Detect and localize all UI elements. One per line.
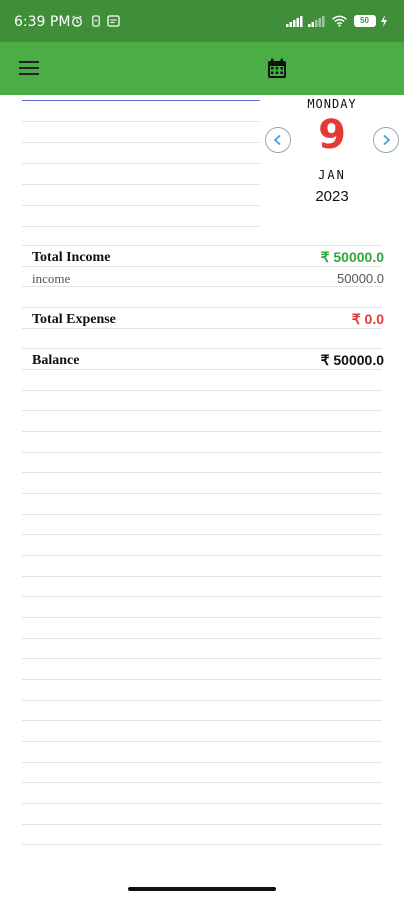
chevron-right-icon: [383, 134, 391, 146]
total-expense-label: Total Expense: [32, 312, 116, 327]
home-indicator[interactable]: [128, 887, 276, 891]
app-bar: [0, 42, 404, 95]
chevron-left-icon: [273, 134, 281, 146]
income-item-label[interactable]: income: [32, 271, 70, 287]
date-display: MONDAY 9 JAN 2023: [262, 95, 404, 215]
hamburger-menu-icon[interactable]: [19, 61, 39, 77]
next-day-button[interactable]: [373, 127, 399, 153]
balance-label: Balance: [32, 353, 80, 368]
month-label: JAN: [318, 168, 346, 182]
total-income-label: Total Income: [32, 250, 111, 265]
battery-icon: 50: [354, 15, 376, 27]
previous-day-button[interactable]: [265, 127, 291, 153]
message-icon: [107, 15, 120, 27]
status-bar: 6:39 PM 50: [0, 0, 404, 42]
notification-icon: [92, 15, 100, 27]
wifi-icon: [332, 15, 347, 27]
total-income-value: ₹ 50000.0: [320, 249, 384, 265]
income-item-value[interactable]: 50000.0: [337, 271, 384, 286]
year-label: 2023: [315, 188, 349, 205]
battery-level: 50: [360, 16, 369, 25]
balance-value: ₹ 50000.0: [320, 352, 384, 368]
signal-icon: [286, 16, 303, 27]
alarm-icon: [72, 15, 82, 27]
total-expense-value: ₹ 0.0: [351, 311, 384, 327]
signal-2-icon: [308, 16, 325, 27]
charging-icon: [381, 15, 387, 27]
calendar-icon[interactable]: [267, 58, 287, 79]
day-name: MONDAY: [307, 97, 357, 111]
status-time: 6:39 PM: [14, 14, 71, 30]
